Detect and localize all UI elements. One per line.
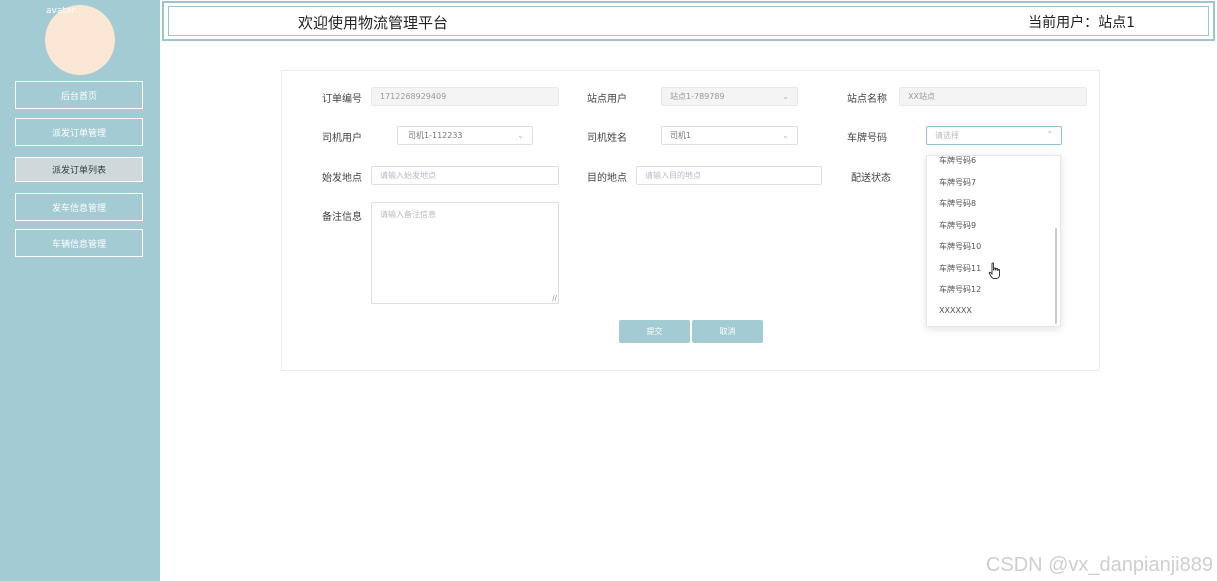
chevron-down-icon: ⌄	[782, 92, 789, 101]
driver-user-select[interactable]: 司机1-112233 ⌄	[397, 126, 533, 145]
sidebar-item-label: 后台首页	[60, 91, 97, 102]
station-name-field[interactable]: XX站点	[899, 87, 1087, 106]
cancel-button-label: 取消	[719, 327, 736, 336]
resize-handle-icon[interactable]: ∕∕	[552, 294, 557, 302]
plate-no-placeholder: 请选择	[935, 131, 959, 140]
submit-button[interactable]: 提交	[619, 320, 690, 343]
driver-name-select[interactable]: 司机1 ⌄	[661, 126, 798, 145]
sidebar-item-label: 派发订单列表	[51, 166, 106, 176]
driver-user-value: 司机1-112233	[408, 131, 463, 140]
header: 欢迎使用物流管理平台 当前用户：站点1	[162, 1, 1215, 41]
dropdown-option[interactable]: 车牌号码8	[939, 198, 976, 209]
sidebar-item-vehicle-info-management[interactable]: 车辆信息管理	[15, 229, 143, 257]
current-user: 当前用户：站点1	[1028, 15, 1135, 31]
sidebar-item-label: 派发订单管理	[51, 128, 106, 139]
sidebar-item-label: 车辆信息管理	[51, 239, 106, 250]
dropdown-option[interactable]: 车牌号码11	[939, 263, 981, 274]
dropdown-scrollbar[interactable]	[1055, 228, 1057, 324]
station-user-value: 站点1-789789	[670, 92, 725, 101]
origin-placeholder: 请输入始发地点	[380, 171, 436, 180]
chevron-down-icon: ⌄	[782, 131, 789, 140]
remark-label: 备注信息	[322, 212, 362, 223]
origin-input[interactable]: 请输入始发地点	[371, 166, 559, 185]
page-title: 欢迎使用物流管理平台	[298, 14, 449, 32]
dropdown-option[interactable]: 车牌号码7	[939, 177, 976, 188]
driver-user-label: 司机用户	[322, 133, 362, 144]
dropdown-option[interactable]: 车牌号码10	[939, 241, 981, 252]
delivery-status-label: 配送状态	[851, 173, 891, 184]
watermark: CSDN @vx_danpianji889	[985, 554, 1213, 576]
origin-label: 始发地点	[322, 173, 362, 184]
driver-name-value: 司机1	[670, 131, 692, 140]
destination-label: 目的地点	[587, 173, 627, 184]
destination-input[interactable]: 请输入目的地点	[636, 166, 822, 185]
avatar-alt-text: avatar	[46, 6, 76, 16]
sidebar-item-dispatch-order-list[interactable]: 派发订单列表	[15, 157, 143, 182]
plate-no-label: 车牌号码	[847, 133, 887, 144]
order-no-field[interactable]: 1712268929409	[371, 87, 559, 106]
station-user-select[interactable]: 站点1-789789 ⌄	[661, 87, 798, 106]
driver-name-label: 司机姓名	[587, 133, 627, 144]
sidebar-item-dashboard[interactable]: 后台首页	[15, 81, 143, 109]
dropdown-option[interactable]: 车牌号码6	[939, 156, 976, 166]
submit-button-label: 提交	[646, 327, 663, 336]
destination-placeholder: 请输入目的地点	[645, 171, 701, 180]
hand-cursor-icon	[988, 262, 1000, 279]
sidebar-item-dispatch-order-management[interactable]: 派发订单管理	[15, 118, 143, 146]
remark-placeholder: 请输入备注信息	[380, 210, 436, 219]
sidebar: avatar 后台首页 派发订单管理 派发订单列表 发车信息管理 车辆信息管理	[0, 0, 160, 581]
order-no-value: 1712268929409	[380, 92, 447, 101]
chevron-up-icon: ⌃	[1046, 130, 1053, 139]
dropdown-option[interactable]: 车牌号码12	[939, 284, 981, 295]
remark-textarea[interactable]: 请输入备注信息 ∕∕	[371, 202, 559, 304]
sidebar-item-label: 发车信息管理	[51, 203, 106, 214]
station-name-label: 站点名称	[847, 94, 887, 105]
chevron-down-icon: ⌄	[517, 131, 524, 140]
plate-no-select[interactable]: 请选择 ⌃	[926, 126, 1062, 145]
cancel-button[interactable]: 取消	[692, 320, 763, 343]
station-user-label: 站点用户	[587, 94, 627, 105]
plate-no-dropdown: 车牌号码6 车牌号码7 车牌号码8 车牌号码9 车牌号码10 车牌号码11 车牌…	[926, 155, 1061, 327]
dropdown-option[interactable]: 车牌号码9	[939, 220, 976, 231]
station-name-value: XX站点	[908, 92, 935, 101]
sidebar-item-departure-info-management[interactable]: 发车信息管理	[15, 193, 143, 221]
dropdown-option[interactable]: XXXXXX	[939, 306, 972, 315]
order-no-label: 订单编号	[322, 94, 362, 105]
